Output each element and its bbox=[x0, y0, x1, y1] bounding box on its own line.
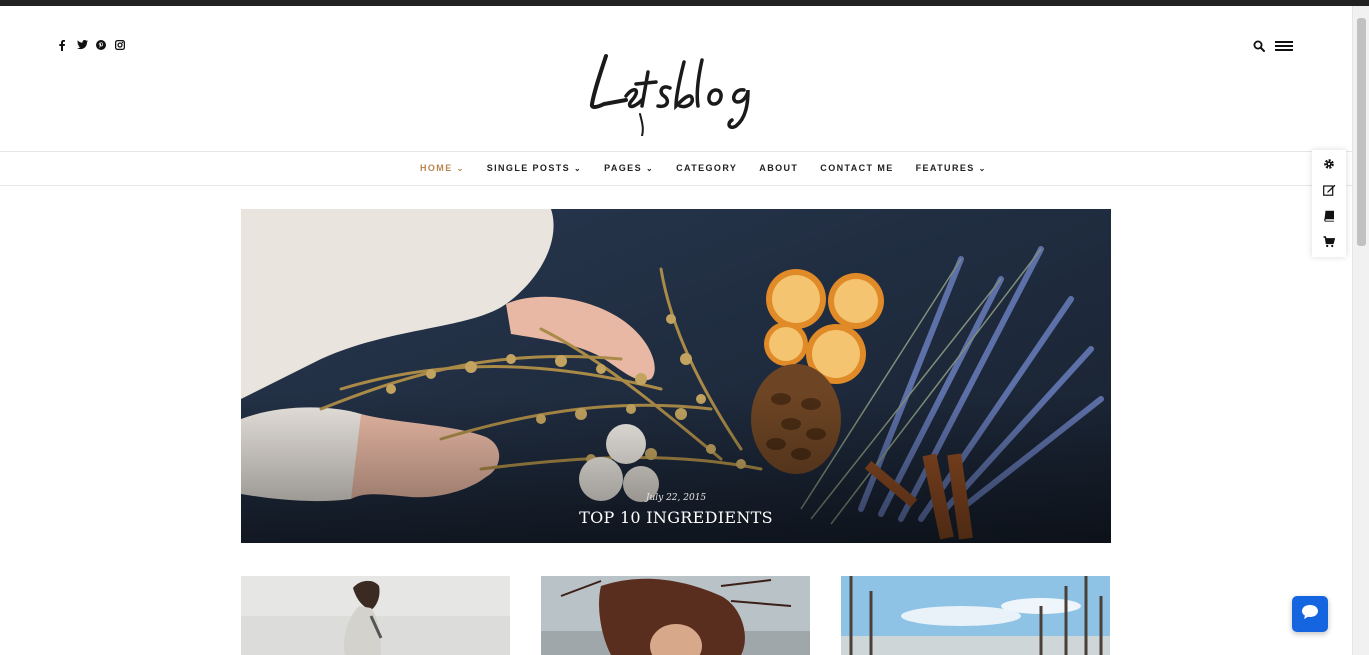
instagram-icon[interactable] bbox=[115, 40, 125, 51]
nav-item-pages[interactable]: PAGES ⌄ bbox=[604, 163, 654, 173]
search-icon[interactable] bbox=[1253, 39, 1265, 57]
post-thumbnail[interactable] bbox=[241, 576, 510, 655]
site-header bbox=[0, 6, 1352, 151]
gear-icon[interactable] bbox=[1321, 156, 1337, 172]
site-logo[interactable] bbox=[586, 44, 766, 137]
cart-icon[interactable] bbox=[1321, 234, 1337, 250]
featured-post[interactable]: July 22, 2015 TOP 10 INGREDIENTS bbox=[241, 209, 1111, 543]
chat-button[interactable] bbox=[1292, 596, 1328, 632]
nav-item-single-posts[interactable]: SINGLE POSTS ⌄ bbox=[487, 163, 582, 173]
nav-item-contact-me[interactable]: CONTACT ME bbox=[820, 163, 893, 173]
post-thumbnail[interactable] bbox=[841, 576, 1110, 655]
nav-item-home[interactable]: HOME ⌄ bbox=[420, 163, 465, 173]
featured-post-title[interactable]: TOP 10 INGREDIENTS bbox=[241, 508, 1111, 527]
edit-icon[interactable] bbox=[1321, 182, 1337, 198]
menu-icon[interactable] bbox=[1275, 39, 1293, 57]
facebook-icon[interactable] bbox=[58, 40, 68, 51]
post-image bbox=[541, 576, 810, 655]
pinterest-icon[interactable] bbox=[96, 40, 106, 51]
chat-icon bbox=[1301, 604, 1319, 625]
header-tools bbox=[1253, 39, 1293, 57]
book-icon[interactable] bbox=[1321, 208, 1337, 224]
nav-item-about[interactable]: ABOUT bbox=[759, 163, 798, 173]
post-image bbox=[241, 576, 510, 655]
nav-item-features[interactable]: FEATURES ⌄ bbox=[916, 163, 987, 173]
twitter-icon[interactable] bbox=[77, 40, 88, 51]
post-image bbox=[841, 576, 1110, 655]
page-scrollbar[interactable] bbox=[1352, 6, 1369, 655]
nav-item-category[interactable]: CATEGORY bbox=[676, 163, 737, 173]
post-thumbnail[interactable] bbox=[541, 576, 810, 655]
social-links bbox=[58, 40, 125, 51]
featured-post-date: July 22, 2015 bbox=[645, 493, 707, 503]
side-toolbar bbox=[1312, 150, 1346, 257]
main-nav: HOME ⌄ SINGLE POSTS ⌄ PAGES ⌄ CATEGORY ABOU… bbox=[0, 151, 1352, 186]
scrollbar-thumb[interactable] bbox=[1357, 18, 1366, 246]
